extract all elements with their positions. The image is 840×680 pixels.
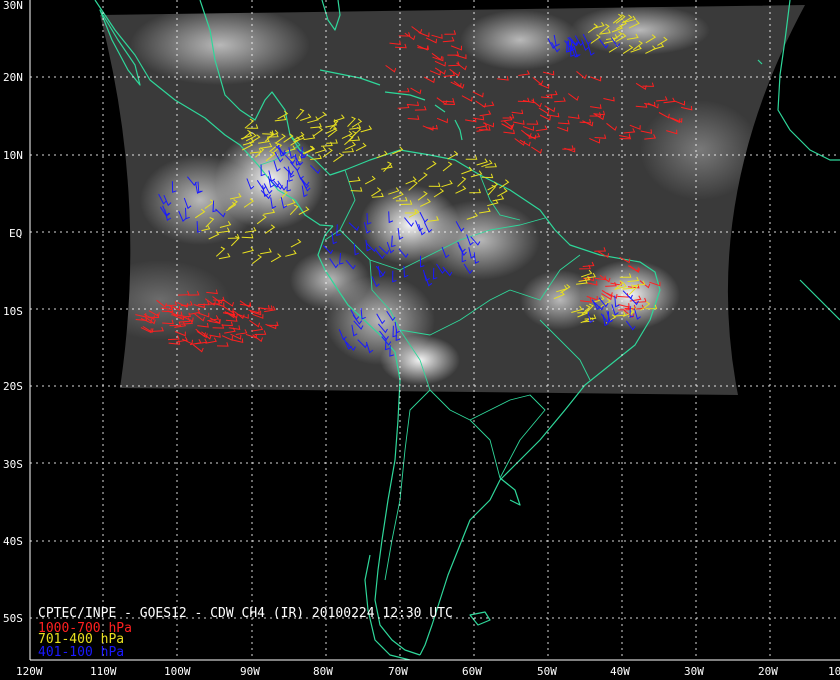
lat-tick-labels: 30N 20N 10N EQ 10S 20S 30S 40S 50S: [3, 0, 23, 625]
legend-entry-high-level: 401-100 hPa: [38, 645, 124, 660]
lon-tick-label: 40W: [610, 665, 630, 678]
lon-tick-label: 50W: [537, 665, 557, 678]
lat-tick-label: 50S: [3, 612, 23, 625]
lat-tick-label: 10N: [3, 149, 23, 162]
lat-tick-label: 30S: [3, 458, 23, 471]
satellite-swath: [100, 5, 805, 395]
lon-tick-label: 20W: [758, 665, 778, 678]
lat-tick-label: 20N: [3, 71, 23, 84]
lon-tick-label: 10: [828, 665, 840, 678]
lat-tick-label: EQ: [9, 227, 22, 240]
lat-tick-label: 40S: [3, 535, 23, 548]
lat-tick-label: 30N: [3, 0, 23, 12]
lat-tick-label: 10S: [3, 305, 23, 318]
lon-tick-label: 60W: [462, 665, 482, 678]
lon-tick-label: 90W: [240, 665, 260, 678]
lon-tick-label: 80W: [313, 665, 333, 678]
lon-tick-label: 100W: [164, 665, 191, 678]
lat-tick-label: 20S: [3, 380, 23, 393]
legend: CPTEC/INPE - GOES12 - CDW CH4 (IR) 20100…: [38, 606, 453, 660]
lon-tick-labels: 120W 110W 100W 90W 80W 70W 60W 50W 40W 3…: [16, 665, 840, 678]
lon-tick-label: 120W: [16, 665, 43, 678]
lon-tick-label: 70W: [388, 665, 408, 678]
lon-tick-label: 30W: [684, 665, 704, 678]
map-title: CPTEC/INPE - GOES12 - CDW CH4 (IR) 20100…: [38, 606, 453, 621]
lon-tick-label: 110W: [90, 665, 117, 678]
satellite-map: 30N 20N 10N EQ 10S 20S 30S 40S 50S 120W …: [3, 0, 840, 678]
